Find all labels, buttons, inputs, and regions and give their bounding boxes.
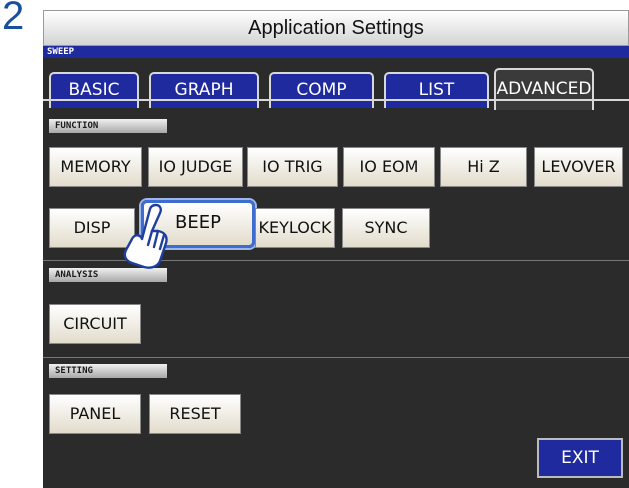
section-setting-label: SETTING: [49, 364, 167, 378]
io-trig-button[interactable]: IO TRIG: [247, 147, 338, 187]
reset-button[interactable]: RESET: [149, 394, 241, 434]
sweep-bar: SWEEP: [43, 46, 629, 58]
tab-list[interactable]: LIST: [384, 72, 489, 108]
keylock-button[interactable]: KEYLOCK: [255, 208, 335, 248]
sweep-label: SWEEP: [47, 47, 75, 57]
tab-comp[interactable]: COMP: [269, 72, 374, 108]
section-function-label: FUNCTION: [49, 119, 167, 133]
panel-button[interactable]: PANEL: [49, 394, 141, 434]
tab-divider: [43, 99, 629, 101]
section-divider: [43, 357, 629, 358]
tab-basic[interactable]: BASIC: [49, 72, 139, 108]
circuit-button[interactable]: CIRCUIT: [49, 304, 141, 344]
tab-graph[interactable]: GRAPH: [149, 72, 259, 108]
io-judge-button[interactable]: IO JUDGE: [148, 147, 243, 187]
sync-button[interactable]: SYNC: [342, 208, 430, 248]
hi-z-button[interactable]: Hi Z: [440, 147, 527, 187]
pointing-hand-icon: [123, 203, 168, 269]
exit-button[interactable]: EXIT: [537, 438, 623, 478]
memory-button[interactable]: MEMORY: [49, 147, 142, 187]
tab-advanced[interactable]: ADVANCED: [494, 68, 594, 110]
window-title: Application Settings: [43, 10, 629, 46]
step-number: 2: [2, 0, 25, 38]
levover-button[interactable]: LEVOVER: [534, 147, 623, 187]
io-eom-button[interactable]: IO EOM: [343, 147, 435, 187]
